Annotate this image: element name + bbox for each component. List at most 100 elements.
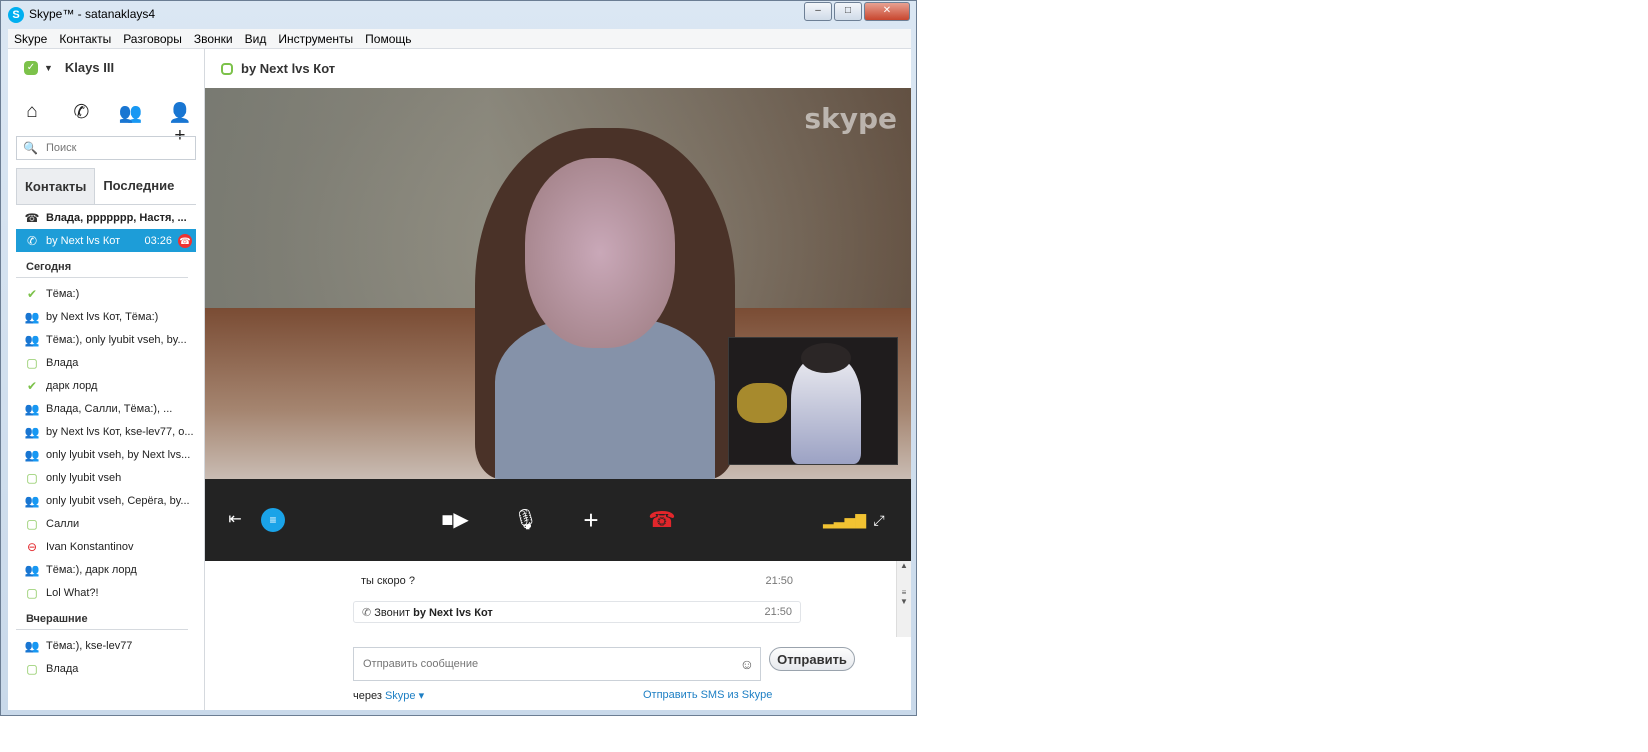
- search-box[interactable]: 🔍: [16, 136, 196, 160]
- menu-tools[interactable]: Инструменты: [272, 32, 359, 46]
- online-status-icon: ✔: [26, 378, 38, 393]
- self-video-preview[interactable]: [728, 337, 898, 465]
- list-item[interactable]: ▢ only lyubit vseh: [16, 466, 196, 489]
- send-button[interactable]: Отправить: [769, 647, 855, 671]
- chat-scrollbar[interactable]: ▲ ≡ ▼: [896, 561, 911, 637]
- send-via: через Skype ▾: [353, 689, 424, 702]
- conversation-title[interactable]: by Next lvs Кот: [241, 61, 335, 76]
- minimize-button[interactable]: –: [804, 2, 832, 21]
- list-item-label: only lyubit vseh, by Next lvs...: [46, 448, 191, 461]
- list-item[interactable]: ▢ Влада: [16, 351, 196, 374]
- title-bar[interactable]: S Skype™ - satanaklays4 – □ ✕: [1, 1, 916, 29]
- video-camera-icon[interactable]: ■▶: [441, 508, 469, 532]
- list-item[interactable]: ▢ Влада: [16, 657, 196, 680]
- contact-list: ☎ Влада, ppppppp, Настя, ... ✆ by Next l…: [16, 206, 196, 680]
- list-item-label: Тёма:), only lyubit vseh, by...: [46, 333, 187, 346]
- remote-video[interactable]: skype: [205, 88, 911, 479]
- skype-watermark: skype: [804, 102, 897, 135]
- offline-status-icon: ▢: [26, 585, 38, 600]
- search-input[interactable]: [43, 141, 188, 155]
- busy-status-icon: ⊖: [26, 539, 38, 554]
- chevron-down-icon[interactable]: ▾: [419, 690, 425, 702]
- menu-help[interactable]: Помощь: [359, 32, 417, 46]
- profile-name[interactable]: Klays III: [65, 60, 114, 75]
- active-call-row-selected[interactable]: ✆ by Next lvs Кот 03:26 ☎: [16, 229, 196, 252]
- list-item[interactable]: 👥 only lyubit vseh, Серёга, by...: [16, 489, 196, 512]
- phone-icon: ☎: [24, 210, 40, 225]
- exit-fullscreen-icon[interactable]: ⇤: [225, 508, 245, 532]
- section-today: Сегодня: [16, 252, 188, 278]
- list-item[interactable]: ▢ Салли: [16, 512, 196, 535]
- list-item-label: Влада, ppppppp, Настя, ...: [46, 211, 187, 224]
- via-skype-dropdown[interactable]: Skype: [385, 690, 416, 702]
- contact-status-icon: [221, 62, 233, 75]
- hang-up-icon[interactable]: ☎: [178, 233, 192, 248]
- conversation-panel: by Next lvs Кот skype ⇤ ≡ ■▶ 🎙 + ☎ ▂▃▅▇ …: [205, 49, 911, 710]
- tab-recent[interactable]: Последние: [95, 168, 182, 204]
- list-item-label: only lyubit vseh: [46, 471, 122, 484]
- online-status-icon[interactable]: ✓: [24, 60, 38, 75]
- call-event-message: ✆ Звонит by Next lvs Кот 21:50: [353, 601, 801, 623]
- nav-icons: ⌂ ✆ 👥 👤+: [16, 101, 196, 146]
- offline-status-icon: ▢: [26, 516, 38, 531]
- list-item[interactable]: 👥 by Next lvs Кот, kse-lev77, o...: [16, 420, 196, 443]
- remote-person-face: [525, 158, 675, 348]
- menu-skype[interactable]: Skype: [8, 32, 53, 46]
- offline-status-icon: ▢: [26, 355, 38, 370]
- emoticon-icon[interactable]: ☺: [740, 656, 754, 672]
- close-button[interactable]: ✕: [864, 2, 910, 21]
- message-time: 21:50: [764, 606, 792, 618]
- list-item-label: Ivan Konstantinov: [46, 540, 134, 553]
- send-sms-link[interactable]: Отправить SMS из Skype: [643, 689, 772, 701]
- group-icon: 👥: [24, 309, 40, 324]
- call-event-name: by Next lvs Кот: [413, 607, 493, 619]
- list-item-label: Lol What?!: [46, 586, 99, 599]
- list-item-label: Салли: [46, 517, 80, 530]
- profile-status[interactable]: ✓ ▼ Klays III: [24, 60, 114, 75]
- add-icon[interactable]: +: [577, 507, 605, 533]
- call-icon[interactable]: ✆: [65, 101, 97, 123]
- list-item-label: by Next lvs Кот: [46, 234, 121, 247]
- list-item[interactable]: 👥 Тёма:), kse-lev77: [16, 634, 196, 657]
- group-icon[interactable]: 👥: [115, 101, 147, 124]
- menu-view[interactable]: Вид: [239, 32, 273, 46]
- maximize-button[interactable]: □: [834, 2, 862, 21]
- call-controls: ⇤ ≡ ■▶ 🎙 + ☎ ▂▃▅▇ ⤢: [205, 479, 911, 561]
- menu-calls[interactable]: Звонки: [188, 32, 239, 46]
- list-item[interactable]: 👥 Тёма:), only lyubit vseh, by...: [16, 328, 196, 351]
- call-phone-icon: ✆: [362, 607, 375, 619]
- message-compose[interactable]: ☺: [353, 647, 761, 681]
- microphone-icon[interactable]: 🎙: [513, 508, 538, 532]
- end-call-icon[interactable]: ☎: [645, 508, 679, 532]
- list-item[interactable]: ✔ Тёма:): [16, 282, 196, 305]
- list-item[interactable]: 👥 only lyubit vseh, by Next lvs...: [16, 443, 196, 466]
- list-item[interactable]: 👥 by Next lvs Кот, Тёма:): [16, 305, 196, 328]
- phone-icon: ✆: [26, 233, 38, 248]
- group-icon: 👥: [24, 401, 40, 416]
- message-input[interactable]: [361, 657, 735, 671]
- group-icon: 👥: [24, 447, 40, 462]
- fullscreen-icon[interactable]: ⤢: [869, 508, 889, 532]
- add-contact-icon[interactable]: 👤+: [164, 101, 196, 146]
- search-icon: 🔍: [23, 141, 38, 155]
- skype-logo-icon: S: [8, 7, 24, 23]
- list-item[interactable]: ✔ дарк лорд: [16, 374, 196, 397]
- list-item[interactable]: 👥 Влада, Салли, Тёма:), ...: [16, 397, 196, 420]
- list-item[interactable]: ⊖ Ivan Konstantinov: [16, 535, 196, 558]
- active-call-row[interactable]: ☎ Влада, ppppppp, Настя, ...: [16, 206, 196, 229]
- group-icon: 👥: [24, 424, 40, 439]
- menu-conversations[interactable]: Разговоры: [117, 32, 188, 46]
- home-icon[interactable]: ⌂: [16, 101, 48, 123]
- list-item-label: Тёма:), kse-lev77: [46, 639, 133, 652]
- menu-contacts[interactable]: Контакты: [53, 32, 117, 46]
- self-video-object: [737, 383, 787, 423]
- chat-area: ▲ ≡ ▼ ты скоро ? 21:50 ✆ Звонит by Next lv…: [205, 561, 911, 710]
- list-item[interactable]: 👥 Тёма:), дарк лорд: [16, 558, 196, 581]
- list-item-label: Тёма:), дарк лорд: [46, 563, 137, 576]
- tab-contacts[interactable]: Контакты: [16, 168, 96, 204]
- list-item-label: Тёма:): [46, 287, 80, 300]
- chevron-down-icon[interactable]: ▼: [44, 63, 53, 73]
- group-icon: 👥: [24, 332, 40, 347]
- list-item[interactable]: ▢ Lol What?!: [16, 581, 196, 604]
- chat-icon[interactable]: ≡: [261, 508, 285, 532]
